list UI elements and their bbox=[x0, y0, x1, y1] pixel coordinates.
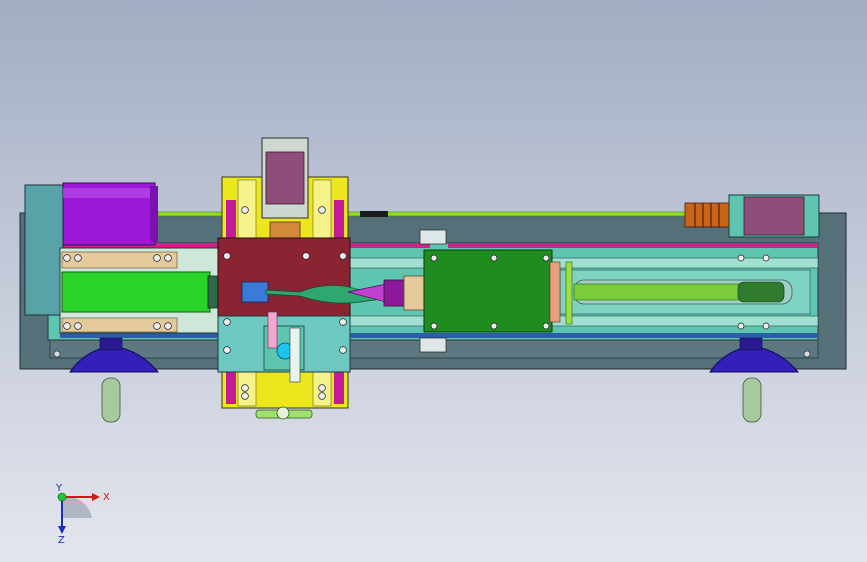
tool-clamp bbox=[289, 327, 301, 383]
motor-endcap bbox=[150, 186, 158, 242]
cad-viewport[interactable]: X Y Z bbox=[0, 0, 867, 562]
carriage-lower-stripe-2 bbox=[334, 370, 344, 404]
spindle-body bbox=[61, 271, 211, 313]
tailstock-sleeve bbox=[403, 275, 425, 311]
carriage-upper-stripe bbox=[226, 200, 236, 240]
carriage-upper-stripe-2 bbox=[334, 200, 344, 240]
axis-label-x: X bbox=[103, 492, 110, 503]
rail-top-magenta-right bbox=[448, 243, 818, 248]
motor-mount-plate bbox=[24, 184, 64, 316]
carriage-saddle bbox=[217, 237, 351, 317]
tailstock-screw bbox=[565, 261, 573, 325]
tailstock-clamp-bottom bbox=[419, 337, 447, 353]
tailstock-clamp-top bbox=[419, 229, 447, 245]
coordinate-triad bbox=[57, 492, 100, 534]
base-hole-left bbox=[53, 350, 61, 358]
chuck bbox=[241, 281, 269, 303]
axis-label-y: Y bbox=[55, 483, 63, 494]
tailstock-edge bbox=[549, 261, 561, 323]
cutting-tool-shank bbox=[267, 311, 278, 349]
crossslide-handwheel-hub bbox=[276, 406, 290, 420]
rail-bottom-blue bbox=[60, 333, 818, 338]
spindle-motor-highlight bbox=[63, 188, 155, 198]
crossslide-motor bbox=[265, 151, 305, 205]
tailstock-body bbox=[423, 249, 553, 333]
feed-motor bbox=[743, 196, 805, 236]
slide-track-lower bbox=[349, 315, 819, 327]
lead-screw-black-segment bbox=[360, 211, 388, 217]
axis-label-z: Z bbox=[58, 535, 65, 546]
lathe-assembly-drawing: X Y Z bbox=[19, 137, 847, 546]
crossslide-motor-coupling bbox=[269, 221, 301, 241]
base-hole-right bbox=[803, 350, 811, 358]
slide-track-upper bbox=[349, 257, 819, 269]
tailstock-ram-end bbox=[737, 281, 785, 303]
carriage-lower-stripe bbox=[226, 370, 236, 404]
feed-coupling bbox=[684, 202, 730, 228]
